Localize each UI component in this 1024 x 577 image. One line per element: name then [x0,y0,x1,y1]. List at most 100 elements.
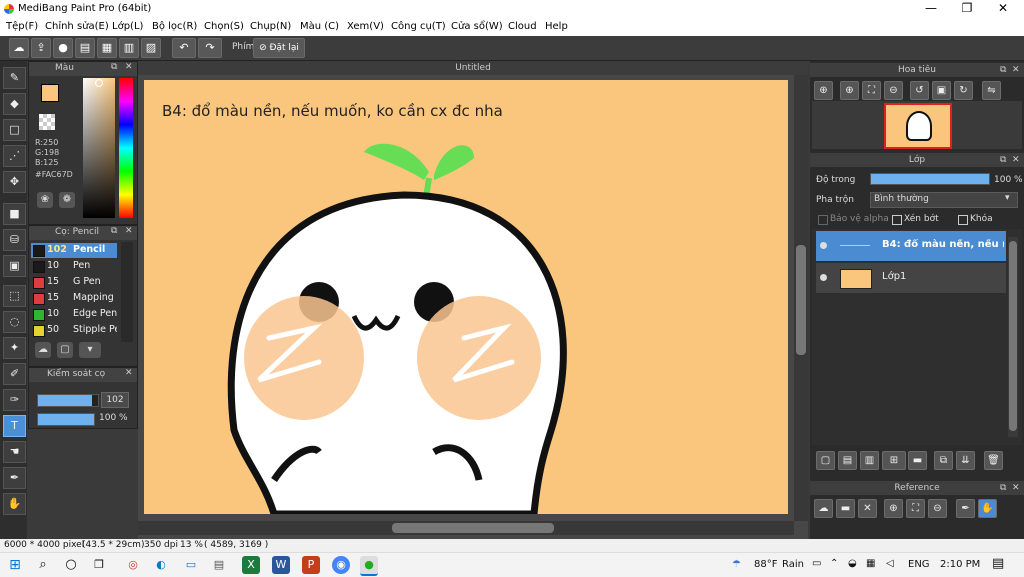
hand-tool-icon[interactable]: ✋ [3,493,26,515]
rect-tool-icon[interactable]: □ [3,119,26,141]
protect-alpha-checkbox[interactable] [818,215,828,225]
operation-tool-icon[interactable]: ☚ [3,441,26,463]
close-icon[interactable]: ✕ [1012,481,1020,495]
close-icon[interactable]: ✕ [125,226,133,236]
popout-icon[interactable]: ⧉ [1000,63,1006,77]
panel-layout-icon[interactable]: ▦ [97,38,117,58]
eraser-tool-icon[interactable]: ◆ [3,93,26,115]
gradient-tool-icon[interactable]: ▣ [3,255,26,277]
layer-item[interactable]: Lớp1 [816,263,1006,293]
dot-tool-icon[interactable]: ⋰ [3,145,26,167]
zoom-in-icon[interactable]: ⊕ [884,499,903,518]
bucket-tool-icon[interactable]: ⛁ [3,229,26,251]
close-icon[interactable]: ✕ [1012,153,1020,167]
zoom-fit-icon[interactable]: ⊕ [814,81,833,100]
navigator-preview[interactable] [812,101,1022,149]
drawing-canvas[interactable]: B4: đổ màu nền, nếu muốn, ko cần cx đc n… [144,80,788,514]
new-8bit-layer-icon[interactable]: ▥ [860,451,879,470]
brush-list-scrollbar[interactable] [121,242,133,342]
popout-icon[interactable]: ⧉ [111,62,117,72]
brush-opacity-slider[interactable] [37,413,95,426]
select-rect-icon[interactable]: ⬚ [3,285,26,307]
hand-icon[interactable]: ✋ [978,499,997,518]
cloud-open-icon[interactable]: ☁ [814,499,833,518]
brush-size-slider[interactable] [37,394,99,407]
layer-opacity-slider[interactable] [870,173,990,185]
brush-item[interactable]: 10 Pen [31,259,117,274]
duplicate-layer-icon[interactable]: ⧉ [934,451,953,470]
new-halftone-layer-icon[interactable]: ▤ [838,451,857,470]
move-tool-icon[interactable]: ✥ [3,171,26,193]
magic-wand-icon[interactable]: ✦ [3,337,26,359]
eyedropper-icon[interactable]: ✒ [3,467,26,489]
word-icon[interactable]: W [272,556,290,574]
redo-icon[interactable]: ↷ [198,38,222,58]
menu-filter[interactable]: Bộ lọc(R) [152,21,197,32]
tone-icon[interactable]: ▨ [141,38,161,58]
weather-desc[interactable]: Rain [782,559,804,570]
close-icon[interactable]: ✕ [125,62,133,72]
clipping-checkbox[interactable] [892,215,902,225]
brush-tool-icon[interactable]: ✎ [3,67,26,89]
edge-icon[interactable]: ◐ [152,556,170,574]
speech-bubble-icon[interactable]: ● [53,38,73,58]
lasso-icon[interactable]: ◌ [3,311,26,333]
desktop-icon[interactable]: ▭ [182,556,200,574]
zoom-out-icon[interactable]: ⊖ [928,499,947,518]
transparent-swatch[interactable] [39,114,55,130]
excel-icon[interactable]: X [242,556,260,574]
tray-volume-icon[interactable]: ◁ [886,558,894,569]
rotate-right-icon[interactable]: ↻ [954,81,973,100]
popout-icon[interactable]: ⧉ [1000,481,1006,495]
visibility-icon[interactable] [820,242,827,249]
maximize-button[interactable]: ❐ [950,0,984,18]
brush-item[interactable]: 50 Stipple Pe [31,323,117,338]
visibility-icon[interactable] [820,274,827,281]
hue-slider[interactable] [119,78,133,218]
popout-icon[interactable]: ⧉ [111,226,117,236]
brush-item[interactable]: 15 G Pen [31,275,117,290]
navigator-view-rect[interactable] [884,103,952,149]
search-icon[interactable]: ⌕ [34,556,52,574]
minimize-button[interactable]: — [914,0,948,18]
brush-add-icon[interactable]: ☁ [35,342,51,358]
zoom-in-icon[interactable]: ⊕ [840,81,859,100]
folder-icon[interactable]: ▬ [908,451,927,470]
flip-icon[interactable]: ⇋ [982,81,1001,100]
fit-window-icon[interactable]: ▣ [932,81,951,100]
tray-wifi-icon[interactable]: ◒ [848,558,857,569]
layer-scroll-thumb[interactable] [1009,241,1017,431]
foreground-color-swatch[interactable] [41,84,59,102]
grid-icon[interactable]: ▥ [119,38,139,58]
comic-panel-icon[interactable]: ▤ [75,38,95,58]
undo-icon[interactable]: ↶ [172,38,196,58]
menu-edit[interactable]: Chỉnh sửa(E) [45,21,109,32]
popout-icon[interactable]: ⧉ [1000,153,1006,167]
blend-mode-select[interactable]: Bình thường ▾ [870,192,1018,208]
tray-network-icon[interactable]: ▦ [866,558,875,569]
brush-settings-icon[interactable]: ▾ [79,342,101,358]
menu-color[interactable]: Màu (C) [300,21,339,32]
tray-chevron-icon[interactable]: ⌃ [830,558,838,569]
notification-icon[interactable]: ▤ [992,556,1004,571]
trash-icon[interactable]: 🗑 [984,451,1003,470]
close-button[interactable]: ✕ [986,0,1020,18]
new-brush-icon[interactable]: ▢ [57,342,73,358]
tray-battery-icon[interactable]: ▭ [812,558,821,569]
text-tool-icon[interactable]: T [3,415,26,437]
cloud-icon[interactable]: ☁ [9,38,29,58]
add-layer-menu-icon[interactable]: ⊞ [882,451,906,470]
select-pen-icon[interactable]: ✐ [3,363,26,385]
actual-size-icon[interactable]: ⛶ [862,81,881,100]
menu-layer[interactable]: Lớp(L) [112,21,143,32]
menu-view[interactable]: Xem(V) [347,21,384,32]
open-folder-icon[interactable]: ▬ [836,499,855,518]
menu-capture[interactable]: Chụp(N) [250,21,291,32]
powerpoint-icon[interactable]: P [302,556,320,574]
weather-temp[interactable]: 88°F [754,559,777,570]
app-icon[interactable]: ◎ [124,556,142,574]
canvas-horizontal-scrollbar[interactable] [138,521,794,535]
fit-icon[interactable]: ⛶ [906,499,925,518]
brush-item[interactable]: 10 Edge Pen [31,307,117,322]
horizontal-scroll-thumb[interactable] [392,523,554,533]
